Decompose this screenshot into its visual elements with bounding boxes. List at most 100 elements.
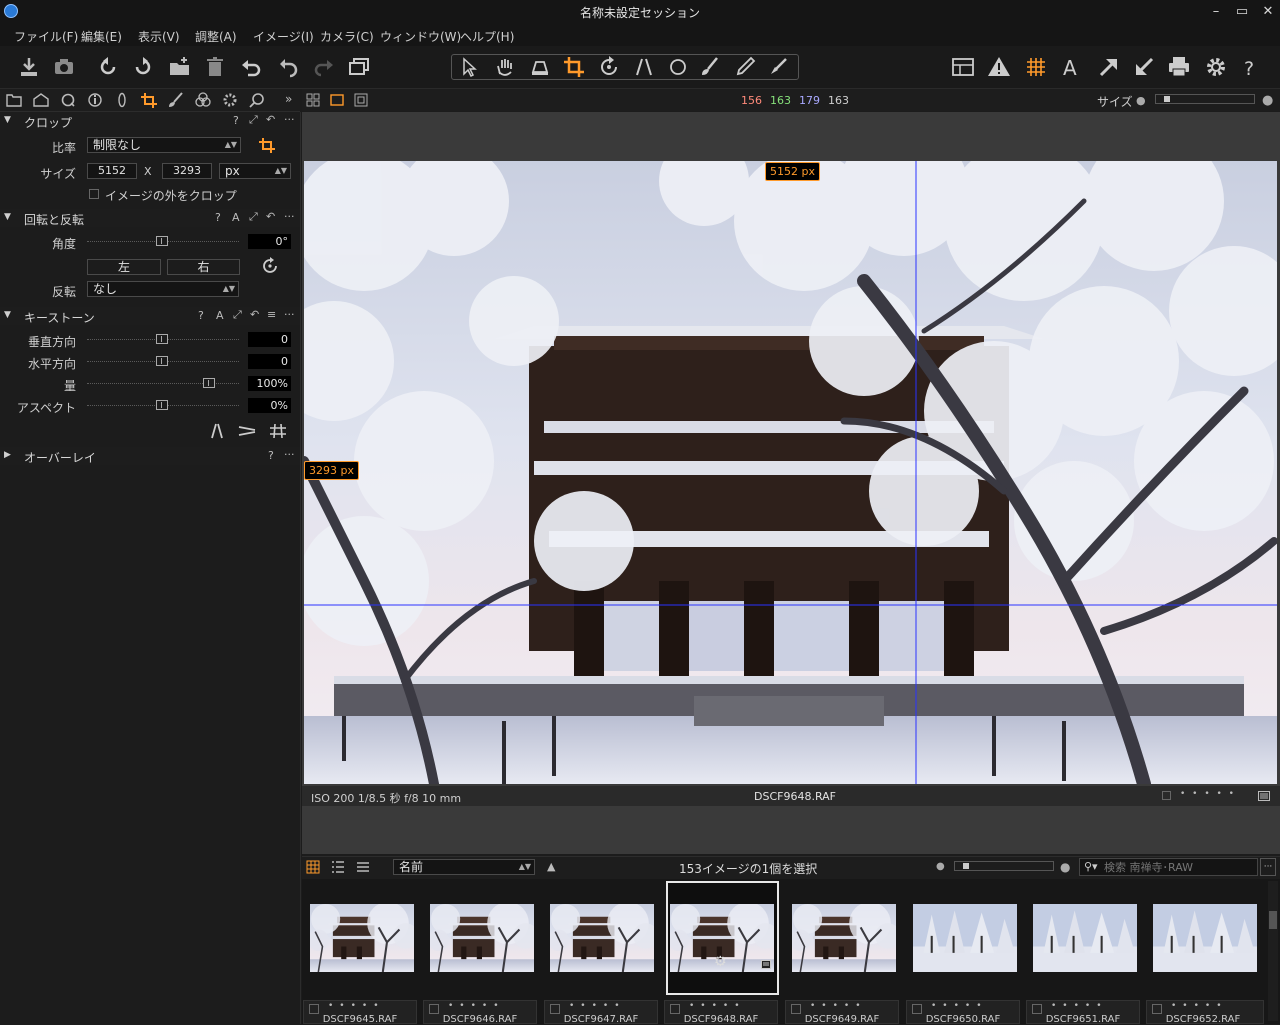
- keystone-amount-value[interactable]: 100%: [248, 376, 291, 391]
- thumbnail-checkbox[interactable]: [670, 1004, 680, 1014]
- trash-icon[interactable]: [202, 54, 228, 80]
- collapse-triangle-icon[interactable]: ▼: [4, 310, 11, 320]
- keystone-reset-icon[interactable]: ↶: [250, 308, 259, 321]
- search-box[interactable]: ⚲▾: [1079, 858, 1258, 876]
- close-button[interactable]: ✕: [1257, 3, 1279, 21]
- more-tabs-icon[interactable]: »: [285, 92, 292, 106]
- export-arrow-icon[interactable]: [1096, 54, 1122, 80]
- thumbnail-caption[interactable]: ••••• DSCF9646.RAF: [423, 1000, 537, 1025]
- move-to-folder-icon[interactable]: [167, 54, 193, 80]
- minimize-button[interactable]: –: [1205, 3, 1227, 21]
- keystone-amount-knob[interactable]: [203, 378, 215, 388]
- annotate-tool-icon[interactable]: [766, 54, 792, 80]
- viewer-rating[interactable]: • • • • •: [1180, 789, 1236, 799]
- keystone-vertical-value[interactable]: 0: [248, 332, 291, 347]
- thumbnail-rating[interactable]: •••••: [689, 1001, 746, 1011]
- keystone-horizontal-value[interactable]: 0: [248, 354, 291, 369]
- multi-view-icon[interactable]: [306, 93, 320, 107]
- brush-tool-icon[interactable]: [697, 54, 723, 80]
- single-view-icon[interactable]: [330, 93, 344, 107]
- help-icon[interactable]: ?: [1238, 54, 1264, 80]
- angle-value[interactable]: 0°: [248, 234, 291, 249]
- unit-select[interactable]: px ▲▼: [219, 163, 291, 179]
- menu-edit[interactable]: 編集(E): [81, 28, 122, 45]
- thumbnail-rating[interactable]: •••••: [1171, 1001, 1228, 1011]
- menu-adjust[interactable]: 調整(A): [195, 28, 237, 45]
- keystone-tool-icon[interactable]: [631, 54, 657, 80]
- thumbnail-image[interactable]: [1153, 904, 1257, 972]
- crop-outside-checkbox[interactable]: [89, 189, 99, 199]
- menu-view[interactable]: 表示(V): [138, 28, 180, 45]
- crop-tab-icon[interactable]: [140, 92, 158, 108]
- keystone-menu-icon[interactable]: ···: [284, 308, 295, 321]
- sort-select[interactable]: 名前 ▲▼: [393, 859, 535, 875]
- select-cursor-icon[interactable]: [456, 54, 482, 80]
- local-adjust-tab-icon[interactable]: [167, 92, 185, 108]
- sort-direction-icon[interactable]: ▲: [547, 860, 555, 873]
- thumbnail-caption[interactable]: ••••• DSCF9651.RAF: [1026, 1000, 1140, 1025]
- crop-reset-icon[interactable]: ↶: [266, 113, 275, 126]
- thumbnail-caption-selected[interactable]: ••••• DSCF9648.RAF: [664, 1000, 778, 1025]
- overlay-menu-icon[interactable]: ···: [284, 448, 295, 461]
- crop-tool-icon[interactable]: [561, 54, 587, 80]
- straighten-tool-icon[interactable]: [259, 256, 283, 276]
- redo-icon[interactable]: [311, 54, 337, 80]
- keystone-full-icon[interactable]: [268, 422, 288, 440]
- thumbnail-caption[interactable]: ••••• DSCF9647.RAF: [544, 1000, 658, 1025]
- thumbnail-checkbox[interactable]: [912, 1004, 922, 1014]
- thumbnail-checkbox[interactable]: [1032, 1004, 1042, 1014]
- import-icon[interactable]: [16, 54, 42, 80]
- keystone-aspect-knob[interactable]: [156, 400, 168, 410]
- overlay-help-icon[interactable]: ?: [268, 449, 274, 462]
- search-input[interactable]: [1104, 860, 1254, 874]
- flip-select[interactable]: なし ▲▼: [87, 281, 239, 297]
- maximize-button[interactable]: ▭: [1231, 3, 1253, 21]
- exposure-warning-icon[interactable]: [986, 54, 1012, 80]
- grid-view-icon[interactable]: [306, 860, 320, 874]
- library-tab-icon[interactable]: [5, 92, 23, 108]
- search-tab-icon[interactable]: [248, 92, 266, 108]
- proof-view-icon[interactable]: [354, 93, 368, 107]
- menu-window[interactable]: ウィンドウ(W): [380, 28, 461, 45]
- crop-menu-icon[interactable]: ···: [284, 113, 295, 126]
- import-arrow-icon[interactable]: [1131, 54, 1157, 80]
- filmstrip-view-icon[interactable]: [356, 860, 370, 874]
- thumbnail-image[interactable]: [310, 904, 414, 972]
- thumbnail-caption[interactable]: ••••• DSCF9645.RAF: [303, 1000, 417, 1025]
- thumbnail-image[interactable]: [1033, 904, 1137, 972]
- crop-copy-icon[interactable]: ⤢: [249, 113, 258, 127]
- info-tab-icon[interactable]: [86, 92, 104, 108]
- output-tab-icon[interactable]: [221, 92, 239, 108]
- crop-help-icon[interactable]: ?: [233, 114, 239, 127]
- rotate-right-button[interactable]: 右: [167, 259, 240, 275]
- keystone-amount-track[interactable]: [87, 383, 239, 386]
- keystone-horizontal-icon[interactable]: [237, 422, 257, 440]
- capture-tab-icon[interactable]: [32, 92, 50, 108]
- keystone-vertical-icon[interactable]: [207, 422, 227, 440]
- main-photo[interactable]: [304, 161, 1277, 784]
- thumbnail-caption[interactable]: ••••• DSCF9652.RAF: [1146, 1000, 1264, 1025]
- pan-hand-icon[interactable]: [492, 54, 518, 80]
- text-overlay-icon[interactable]: A: [1059, 54, 1085, 80]
- collapse-triangle-icon[interactable]: ▼: [4, 115, 11, 125]
- thumbnail-rating[interactable]: •••••: [810, 1001, 867, 1011]
- spot-removal-icon[interactable]: [665, 54, 691, 80]
- thumbnail-rating[interactable]: •••••: [328, 1001, 385, 1011]
- keystone-horizontal-knob[interactable]: [156, 356, 168, 366]
- undo-icon[interactable]: [238, 54, 264, 80]
- keystone-presets-icon[interactable]: ≡: [267, 308, 276, 321]
- thumbnail-checkbox[interactable]: [309, 1004, 319, 1014]
- viewer-select-checkbox[interactable]: [1162, 791, 1171, 800]
- camera-icon[interactable]: [51, 54, 77, 80]
- keystone-copy-icon[interactable]: ⤢: [233, 308, 242, 322]
- thumbnail-image[interactable]: [550, 904, 654, 972]
- thumbnail-checkbox[interactable]: [1152, 1004, 1162, 1014]
- keystone-help-icon[interactable]: ?: [198, 309, 204, 322]
- rotation-auto-icon[interactable]: A: [232, 211, 240, 224]
- angle-slider-knob[interactable]: [156, 236, 168, 246]
- reset-icon[interactable]: [275, 54, 301, 80]
- thumbnail-checkbox[interactable]: [550, 1004, 560, 1014]
- thumbnail-rating[interactable]: •••••: [569, 1001, 626, 1011]
- print-icon[interactable]: [1166, 54, 1192, 80]
- thumbnail-image[interactable]: [430, 904, 534, 972]
